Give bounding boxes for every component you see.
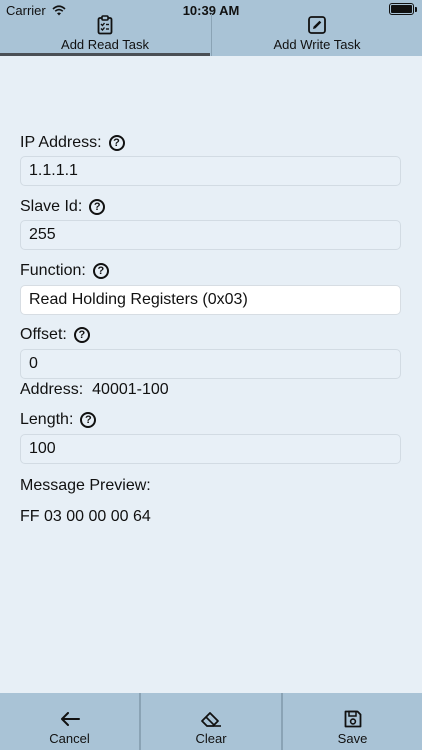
address-value: 40001-100 bbox=[92, 381, 169, 398]
function-label: Function: ? bbox=[20, 260, 109, 282]
bottom-toolbar: Cancel Clear Save bbox=[0, 693, 422, 750]
offset-field[interactable]: 0 bbox=[20, 349, 401, 379]
tab-add-read-task[interactable]: Add Read Task bbox=[0, 14, 210, 56]
help-icon[interactable]: ? bbox=[108, 135, 125, 151]
tab-label: Add Read Task bbox=[61, 37, 149, 52]
tab-label: Add Write Task bbox=[273, 37, 361, 52]
address-readout: Address: 40001-100 bbox=[20, 381, 169, 399]
ip-address-field[interactable]: 1.1.1.1 bbox=[20, 156, 401, 186]
help-icon[interactable]: ? bbox=[80, 412, 97, 428]
help-icon[interactable]: ? bbox=[73, 327, 90, 343]
clear-label: Clear bbox=[195, 731, 227, 746]
edit-square-icon bbox=[308, 14, 326, 36]
length-field[interactable]: 100 bbox=[20, 434, 401, 464]
ip-address-value: 1.1.1.1 bbox=[29, 162, 78, 179]
help-icon[interactable]: ? bbox=[92, 263, 109, 279]
message-preview-label: Message Preview: bbox=[20, 477, 151, 494]
slave-id-label: Slave Id: ? bbox=[20, 196, 106, 218]
offset-value: 0 bbox=[29, 355, 38, 372]
clear-button[interactable]: Clear bbox=[139, 693, 281, 750]
address-label: Address: bbox=[20, 381, 84, 398]
function-value: Read Holding Registers (0x03) bbox=[29, 291, 248, 308]
cancel-button[interactable]: Cancel bbox=[0, 693, 139, 750]
length-label: Length: ? bbox=[20, 409, 97, 431]
offset-label-text: Offset: bbox=[20, 326, 67, 343]
tab-add-write-task[interactable]: Add Write Task bbox=[211, 14, 422, 56]
cancel-label: Cancel bbox=[49, 731, 90, 746]
message-preview-value: FF 03 00 00 00 64 bbox=[20, 508, 151, 525]
ip-address-label: IP Address: ? bbox=[20, 132, 125, 154]
arrow-left-icon bbox=[60, 708, 80, 730]
slave-id-value: 255 bbox=[29, 226, 56, 243]
length-value: 100 bbox=[29, 440, 56, 457]
save-label: Save bbox=[337, 731, 368, 746]
offset-label: Offset: ? bbox=[20, 324, 90, 346]
top-bar: Carrier 10:39 AM Add Read Task Add Write… bbox=[0, 0, 422, 56]
slave-id-label-text: Slave Id: bbox=[20, 198, 83, 215]
function-label-text: Function: bbox=[20, 262, 86, 279]
help-icon[interactable]: ? bbox=[89, 199, 106, 215]
slave-id-field[interactable]: 255 bbox=[20, 220, 401, 250]
ip-address-label-text: IP Address: bbox=[20, 134, 102, 151]
eraser-icon bbox=[200, 708, 222, 730]
floppy-disk-icon bbox=[344, 708, 362, 730]
clipboard-check-icon bbox=[97, 14, 113, 36]
length-label-text: Length: bbox=[20, 411, 74, 428]
save-button[interactable]: Save bbox=[281, 693, 422, 750]
function-select[interactable]: Read Holding Registers (0x03) bbox=[20, 285, 401, 315]
